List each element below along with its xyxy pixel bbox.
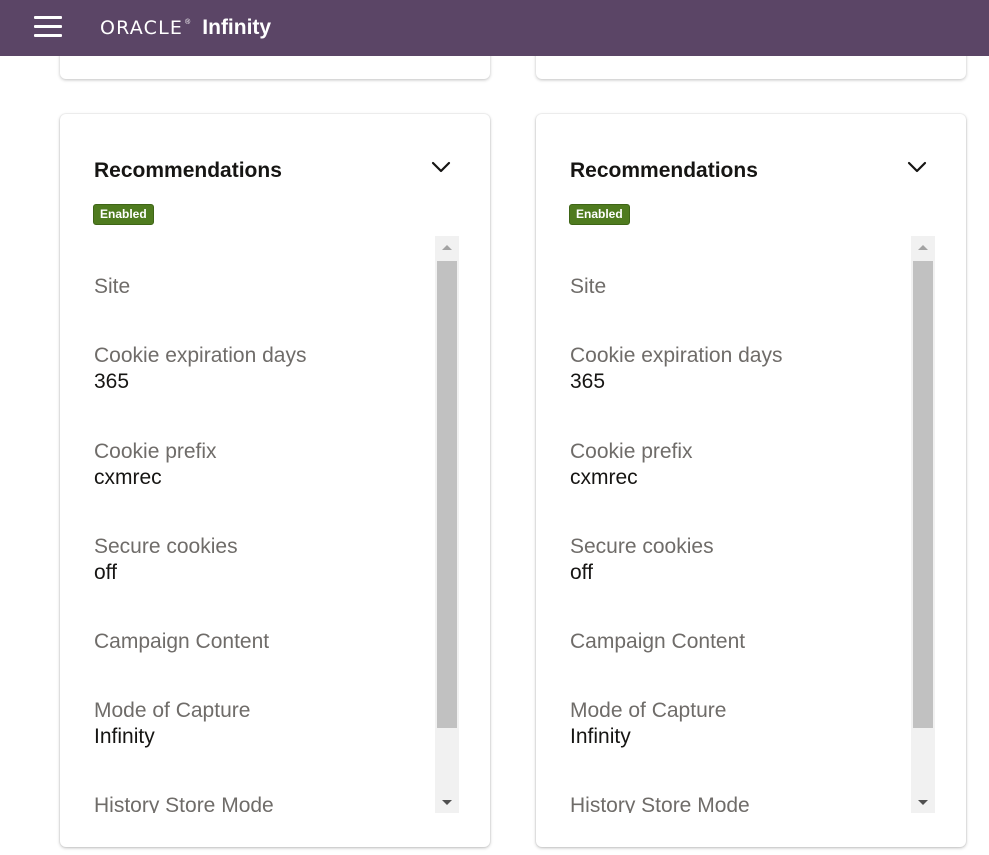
scrollbar-thumb[interactable]: [437, 261, 457, 728]
card-title: Recommendations: [94, 159, 282, 182]
field-value: cxmrec: [570, 466, 638, 489]
field-label: History Store Mode: [570, 794, 750, 813]
field-cookie-expiration-days: Cookie expiration days 365: [94, 343, 306, 395]
field-campaign-content: Campaign Content: [94, 629, 269, 655]
field-label: Secure cookies: [570, 535, 714, 558]
card-previous-left: [60, 56, 490, 79]
field-mode-of-capture: Mode of Capture Infinity: [570, 698, 726, 750]
field-value: off: [570, 561, 593, 584]
field-label: Campaign Content: [570, 630, 746, 653]
vertical-scrollbar[interactable]: [435, 236, 459, 813]
scroll-up-arrow-icon[interactable]: [435, 236, 459, 258]
top-navigation-bar: ORACLE ® Infinity: [0, 0, 989, 56]
field-label: Cookie expiration days: [570, 344, 783, 367]
logo-product-text: Infinity: [202, 16, 272, 39]
scroll-down-arrow-icon[interactable]: [435, 791, 459, 813]
status-badge: Enabled: [569, 204, 630, 225]
chevron-down-icon[interactable]: [430, 156, 452, 178]
field-label: Cookie expiration days: [94, 344, 307, 367]
field-label: Secure cookies: [94, 535, 238, 558]
scroll-down-arrow-icon[interactable]: [911, 791, 935, 813]
field-value: cxmrec: [94, 466, 162, 489]
card-details-scroll-area[interactable]: Site Cookie expiration days 365 Cookie p…: [570, 236, 912, 813]
card-previous-right: [536, 56, 966, 79]
vertical-scrollbar[interactable]: [911, 236, 935, 813]
field-label: Mode of Capture: [94, 699, 251, 722]
field-cookie-prefix: Cookie prefix cxmrec: [94, 439, 217, 491]
card-title: Recommendations: [570, 159, 758, 182]
field-cookie-prefix: Cookie prefix cxmrec: [570, 439, 693, 491]
oracle-infinity-logo[interactable]: ORACLE ® Infinity: [100, 12, 271, 44]
card-details-scroll-area[interactable]: Site Cookie expiration days 365 Cookie p…: [94, 236, 436, 813]
field-label: Campaign Content: [94, 630, 270, 653]
field-label: Mode of Capture: [570, 699, 727, 722]
field-value: 365: [570, 370, 606, 393]
recommendations-card-left: Recommendations Enabled Site Cookie expi…: [60, 114, 490, 847]
field-label: Cookie prefix: [570, 440, 693, 463]
field-history-store-mode: History Store Mode: [570, 793, 750, 813]
logo-registered-mark: ®: [185, 19, 191, 26]
field-campaign-content: Campaign Content: [570, 629, 745, 655]
field-value: off: [94, 561, 117, 584]
field-secure-cookies: Secure cookies off: [570, 534, 714, 586]
hamburger-menu-icon[interactable]: [34, 16, 62, 38]
field-site: Site: [94, 274, 130, 300]
recommendations-card-right: Recommendations Enabled Site Cookie expi…: [536, 114, 966, 847]
field-cookie-expiration-days: Cookie expiration days 365: [570, 343, 782, 395]
field-site: Site: [570, 274, 606, 300]
field-value: Infinity: [570, 725, 631, 748]
main-content: Recommendations Enabled Site Cookie expi…: [0, 56, 989, 855]
field-mode-of-capture: Mode of Capture Infinity: [94, 698, 250, 750]
logo-brand-text: ORACLE: [100, 17, 184, 39]
field-value: 365: [94, 370, 130, 393]
field-value: Infinity: [94, 725, 155, 748]
scrollbar-thumb[interactable]: [913, 261, 933, 728]
field-label: History Store Mode: [94, 794, 274, 813]
scroll-up-arrow-icon[interactable]: [911, 236, 935, 258]
status-badge: Enabled: [93, 204, 154, 225]
field-label: Site: [570, 275, 607, 298]
field-label: Site: [94, 275, 131, 298]
chevron-down-icon[interactable]: [906, 156, 928, 178]
field-history-store-mode: History Store Mode: [94, 793, 274, 813]
field-label: Cookie prefix: [94, 440, 217, 463]
field-secure-cookies: Secure cookies off: [94, 534, 238, 586]
